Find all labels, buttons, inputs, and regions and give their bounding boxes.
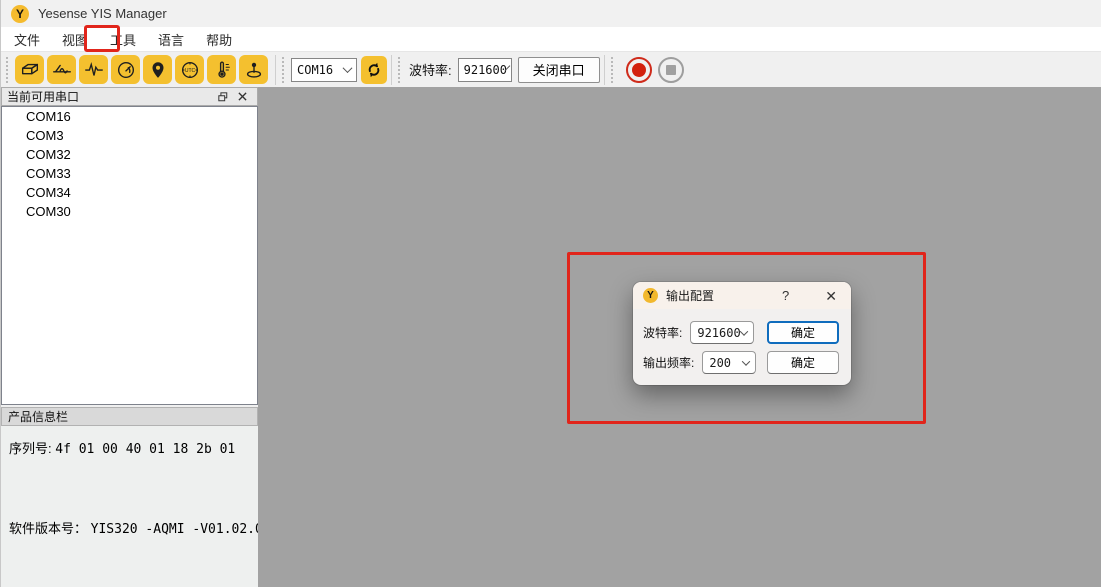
chevron-down-icon	[740, 327, 748, 335]
record-icon	[632, 63, 646, 77]
dialog-rate-select[interactable]: 200	[702, 351, 756, 374]
ports-panel-header: 当前可用串口	[1, 87, 258, 106]
app-logo-icon: Y	[11, 5, 29, 23]
port-list-item[interactable]: COM3	[2, 126, 257, 145]
dialog-rate-value: 200	[709, 356, 731, 370]
toolbar-drag-handle[interactable]	[282, 57, 287, 83]
utc-glyph: UTC	[184, 67, 195, 73]
serial-number-label: 序列号:	[9, 441, 52, 456]
gauge-icon[interactable]	[111, 55, 140, 84]
cube-3d-icon[interactable]	[15, 55, 44, 84]
dialog-titlebar: Y 输出配置 ? ✕	[633, 282, 851, 309]
serial-number-row: 序列号: 4f 01 00 40 01 18 2b 01	[9, 438, 235, 457]
dialog-app-logo-icon: Y	[643, 288, 658, 303]
menu-help[interactable]: 帮助	[195, 27, 243, 52]
port-select-value: COM16	[297, 63, 333, 77]
port-list: COM16 COM3 COM32 COM33 COM34 COM30	[1, 106, 258, 405]
menu-view[interactable]: 视图	[51, 27, 99, 52]
menu-tools[interactable]: 工具	[99, 27, 147, 52]
stop-button[interactable]	[658, 57, 684, 83]
dialog-baud-select[interactable]: 921600	[690, 321, 754, 344]
app-window: Y Yesense YIS Manager 文件 视图 工具 语言 帮助	[0, 0, 1101, 587]
chevron-down-icon	[343, 63, 353, 73]
menubar: 文件 视图 工具 语言 帮助	[1, 27, 1101, 52]
toolbar-drag-handle[interactable]	[398, 57, 403, 83]
port-list-item[interactable]: COM34	[2, 183, 257, 202]
toolbar-separator	[604, 55, 605, 85]
chevron-down-icon	[742, 357, 750, 365]
dialog-close-button[interactable]: ✕	[823, 289, 839, 303]
output-config-dialog: Y 输出配置 ? ✕ 波特率: 921600 确定 输出频率: 200 确定	[633, 282, 851, 385]
dialog-baud-ok-button[interactable]: 确定	[767, 321, 839, 344]
refresh-ports-button[interactable]	[361, 56, 387, 84]
close-panel-button[interactable]	[233, 92, 252, 101]
port-list-item[interactable]: COM30	[2, 202, 257, 221]
menu-file[interactable]: 文件	[3, 27, 51, 52]
port-list-item[interactable]: COM32	[2, 145, 257, 164]
float-panel-button[interactable]	[213, 92, 233, 102]
ports-dock-panel: 当前可用串口 COM16 COM3 COM32 COM33 COM34 COM3…	[1, 87, 258, 587]
baud-rate-label: 波特率:	[409, 60, 452, 79]
record-button[interactable]	[626, 57, 652, 83]
dialog-rate-ok-button[interactable]: 确定	[767, 351, 839, 374]
toolbar-separator	[275, 55, 276, 85]
level-icon[interactable]	[239, 55, 268, 84]
stop-icon	[666, 65, 676, 75]
toolbar-separator	[391, 55, 392, 85]
baud-select[interactable]: 921600	[458, 58, 512, 82]
utc-clock-icon[interactable]: UTC	[175, 55, 204, 84]
dialog-title: 输出配置	[666, 287, 772, 304]
software-version-value: YIS320 -AQMI -V01.02.03;	[91, 522, 279, 537]
toolbar-drag-handle[interactable]	[6, 57, 11, 83]
dialog-help-button[interactable]: ?	[780, 289, 791, 302]
titlebar: Y Yesense YIS Manager	[1, 0, 1101, 27]
dialog-body: 波特率: 921600 确定 输出频率: 200 确定	[633, 309, 851, 374]
dialog-baud-row: 波特率: 921600 确定	[643, 321, 839, 344]
window-title: Yesense YIS Manager	[38, 6, 167, 21]
toolbar-drag-handle[interactable]	[611, 57, 616, 83]
port-select[interactable]: COM16	[291, 58, 357, 82]
dialog-rate-label: 输出频率:	[643, 354, 694, 371]
baud-select-value: 921600	[464, 63, 507, 77]
waveform-plot-icon[interactable]	[79, 55, 108, 84]
toolbar: UTC COM16	[1, 52, 1101, 87]
software-version-row: 软件版本号： YIS320 -AQMI -V01.02.03;	[9, 518, 278, 537]
close-port-button[interactable]: 关闭串口	[518, 57, 600, 83]
software-version-label: 软件版本号：	[9, 521, 87, 536]
port-list-item[interactable]: COM33	[2, 164, 257, 183]
dialog-baud-label: 波特率:	[643, 324, 682, 341]
angle-plot-icon[interactable]	[47, 55, 76, 84]
menu-language[interactable]: 语言	[147, 27, 195, 52]
ports-panel-title: 当前可用串口	[7, 88, 79, 105]
product-info-title: 产品信息栏	[8, 408, 68, 425]
dialog-rate-row: 输出频率: 200 确定	[643, 351, 839, 374]
product-info-header: 产品信息栏	[1, 407, 258, 426]
location-icon[interactable]	[143, 55, 172, 84]
dialog-baud-value: 921600	[697, 326, 740, 340]
product-info-panel: 序列号: 4f 01 00 40 01 18 2b 01 软件版本号： YIS3…	[1, 426, 258, 587]
serial-number-value: 4f 01 00 40 01 18 2b 01	[55, 442, 235, 457]
port-list-item[interactable]: COM16	[2, 107, 257, 126]
thermometer-icon[interactable]	[207, 55, 236, 84]
